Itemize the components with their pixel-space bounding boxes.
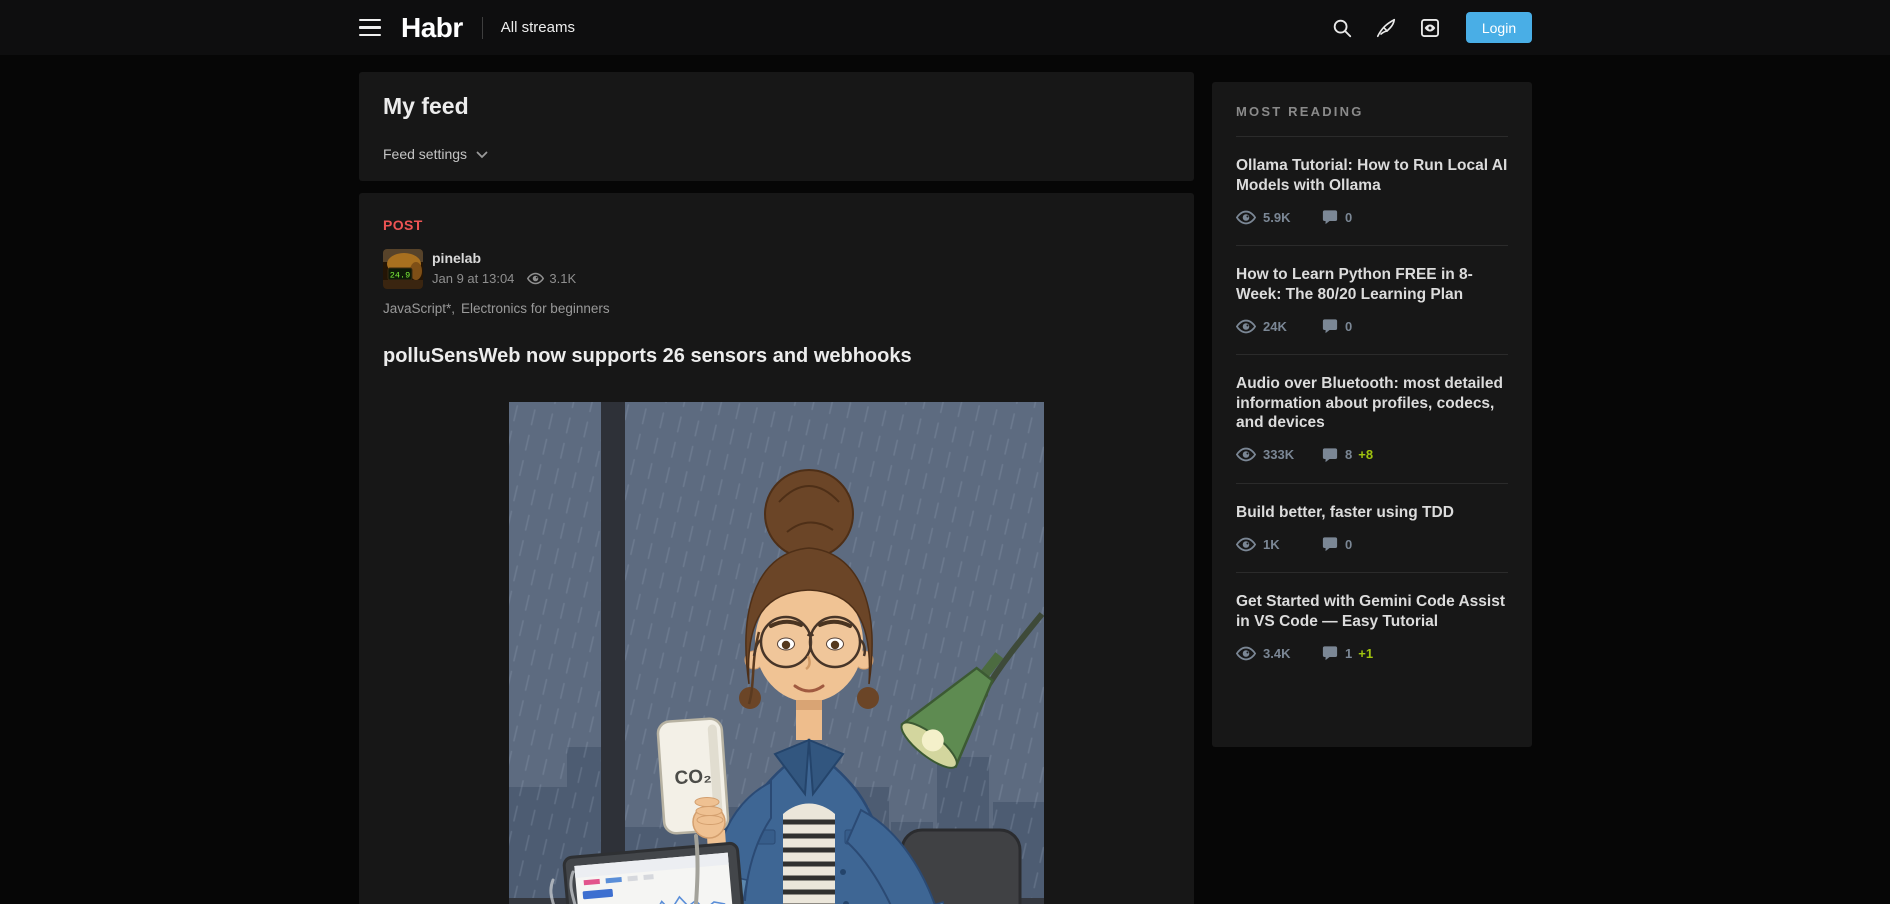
hub-link[interactable]: JavaScript*, [383, 301, 455, 316]
feed-settings-label: Feed settings [383, 146, 467, 162]
post-views-count: 3.1K [549, 271, 576, 286]
feed-settings-button[interactable]: Feed settings [383, 146, 488, 162]
post-author-row: 24.9 pinelab Jan 9 at 13:04 3.1K [383, 249, 1170, 289]
post-hubs: JavaScript*, Electronics for beginners [383, 301, 1170, 316]
habr-logo[interactable]: Habr [401, 12, 463, 44]
article-views: 5.9K [1236, 210, 1322, 225]
eye-icon [1236, 210, 1256, 225]
new-comments-badge: +8 [1358, 447, 1373, 462]
most-reading-item: Audio over Bluetooth: most detailed info… [1236, 355, 1508, 484]
comment-icon [1322, 318, 1338, 334]
eye-icon [1236, 447, 1256, 462]
article-title-link[interactable]: How to Learn Python FREE in 8-Week: The … [1236, 265, 1508, 304]
post-cover-illustration: CO₂ [509, 402, 1044, 904]
comment-icon [1322, 645, 1338, 661]
most-reading-card: MOST READING Ollama Tutorial: How to Run… [1212, 82, 1532, 747]
feed-header-card: My feed Feed settings [359, 72, 1194, 181]
article-comments-link[interactable]: 0 [1322, 318, 1352, 334]
pen-icon [1375, 17, 1397, 39]
article-comments-link[interactable]: 0 [1322, 209, 1352, 225]
post-type-label: POST [383, 217, 1170, 233]
watched-posts-button[interactable] [1418, 16, 1442, 40]
comment-icon [1322, 447, 1338, 463]
most-reading-item: Get Started with Gemini Code Assist in V… [1236, 573, 1508, 681]
login-button[interactable]: Login [1466, 12, 1532, 43]
new-comments-badge: +1 [1358, 646, 1373, 661]
eye-icon [1236, 537, 1256, 552]
search-button[interactable] [1330, 16, 1354, 40]
eye-box-icon [1419, 17, 1441, 39]
hub-link[interactable]: Electronics for beginners [461, 301, 610, 316]
most-reading-item: How to Learn Python FREE in 8-Week: The … [1236, 246, 1508, 355]
article-comments-link[interactable]: 1 +1 [1322, 645, 1373, 661]
comment-icon [1322, 209, 1338, 225]
author-name-link[interactable]: pinelab [432, 250, 576, 266]
comment-icon [1322, 536, 1338, 552]
page-title: My feed [383, 92, 1170, 120]
article-views: 333K [1236, 447, 1322, 462]
article-views: 1K [1236, 537, 1322, 552]
post-card: POST 24.9 pinelab Ja [359, 193, 1194, 904]
device-co2-label: CO₂ [674, 766, 712, 790]
chevron-down-icon [476, 151, 488, 159]
article-views: 3.4K [1236, 646, 1322, 661]
article-title-link[interactable]: Ollama Tutorial: How to Run Local AI Mod… [1236, 156, 1508, 195]
nav-divider [482, 17, 483, 39]
article-title-link[interactable]: Build better, faster using TDD [1236, 503, 1508, 523]
views-eye-icon [527, 272, 544, 285]
eye-icon [1236, 646, 1256, 661]
article-title-link[interactable]: Get Started with Gemini Code Assist in V… [1236, 592, 1508, 631]
most-reading-title: MOST READING [1236, 104, 1508, 119]
eye-icon [1236, 319, 1256, 334]
post-title-link[interactable]: polluSensWeb now supports 26 sensors and… [383, 344, 1170, 368]
search-icon [1331, 17, 1353, 39]
write-post-button[interactable] [1374, 16, 1398, 40]
article-comments-link[interactable]: 8 +8 [1322, 447, 1373, 463]
article-views: 24K [1236, 319, 1322, 334]
most-reading-item: Ollama Tutorial: How to Run Local AI Mod… [1236, 137, 1508, 246]
avatar-display-text: 24.9 [390, 271, 410, 281]
post-date-link[interactable]: Jan 9 at 13:04 [432, 271, 514, 286]
top-navbar: Habr All streams Login [0, 0, 1890, 55]
hamburger-menu-button[interactable] [359, 19, 381, 37]
article-title-link[interactable]: Audio over Bluetooth: most detailed info… [1236, 374, 1508, 433]
article-comments-link[interactable]: 0 [1322, 536, 1352, 552]
all-streams-link[interactable]: All streams [501, 19, 575, 36]
most-reading-item: Build better, faster using TDD 1K 0 [1236, 484, 1508, 574]
author-avatar[interactable]: 24.9 [383, 249, 423, 289]
